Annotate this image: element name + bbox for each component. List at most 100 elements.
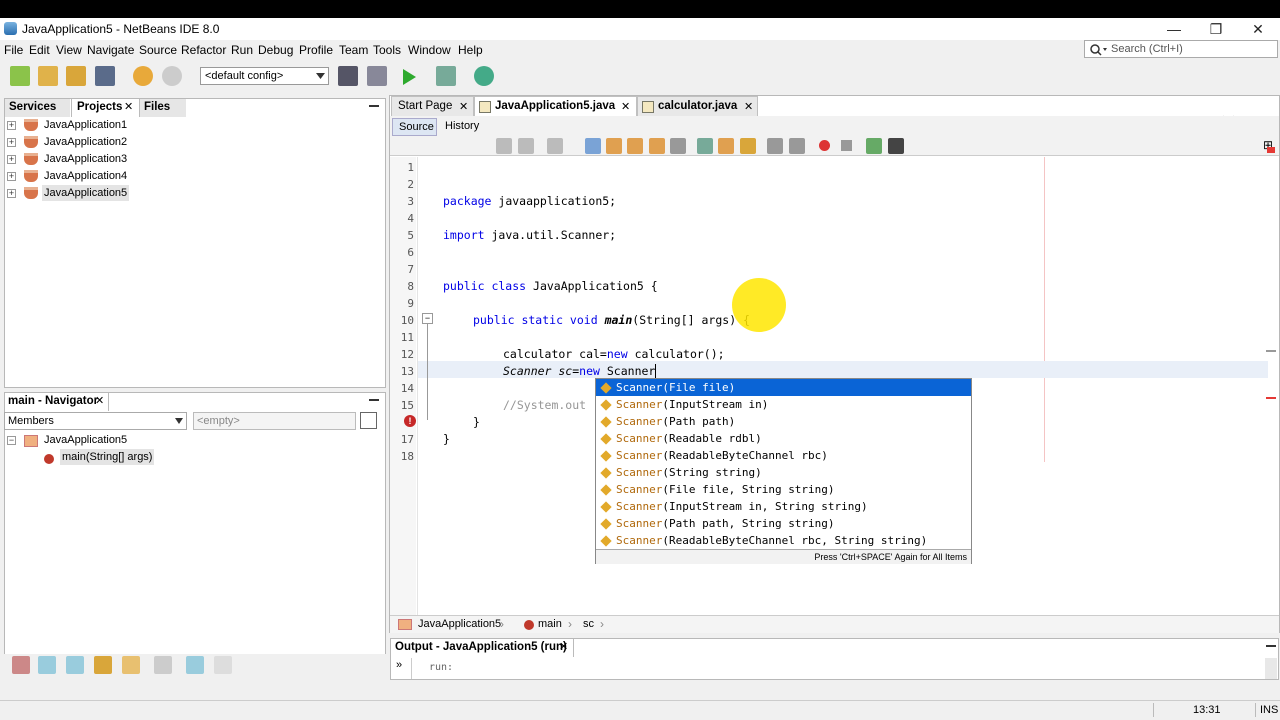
uncomment-icon[interactable] [888,138,904,154]
last-edit-icon[interactable] [496,138,512,154]
close-tab-icon[interactable]: ✕ [95,394,104,407]
completion-item[interactable]: Scanner(Path path, String string) [596,515,971,532]
completion-item[interactable]: Scanner(InputStream in, String string) [596,498,971,515]
menu-run[interactable]: Run [231,43,253,57]
minimize-panel-icon[interactable] [1266,645,1276,647]
project-item-selected[interactable]: + JavaApplication5 [0,185,386,202]
menu-edit[interactable]: Edit [29,43,50,57]
project-item[interactable]: + JavaApplication2 [0,134,386,151]
tab-javaapplication5[interactable]: JavaApplication5.java ✕ [474,96,637,116]
close-tab-icon[interactable]: ✕ [124,100,133,113]
clean-build-icon[interactable] [367,66,387,86]
menu-window[interactable]: Window [408,43,451,57]
redo-icon[interactable] [162,66,182,86]
close-tab-icon[interactable]: ✕ [559,640,568,653]
navigator-method[interactable]: main(String[] args) [0,449,386,466]
find-icon[interactable] [585,138,601,154]
previous-bookmark-icon[interactable] [697,138,713,154]
close-tab-icon[interactable]: ✕ [459,100,468,113]
search-box[interactable]: Search (Ctrl+I) [1084,40,1278,58]
completion-item[interactable]: Scanner(ReadableByteChannel rbc) [596,447,971,464]
error-stripe-marker[interactable] [1267,147,1275,153]
debug-icon[interactable] [436,66,456,86]
menu-view[interactable]: View [56,43,82,57]
breadcrumb-variable[interactable]: sc [583,618,594,630]
undo-icon[interactable] [133,66,153,86]
output-expand-icon[interactable]: » [396,659,402,671]
comment-icon[interactable] [866,138,882,154]
tab-services[interactable]: Services [5,99,70,117]
fold-icon[interactable]: − [422,313,433,324]
sort-icon[interactable] [154,656,172,674]
sort-alpha-icon[interactable] [186,656,204,674]
completion-item[interactable]: Scanner(File file) [596,379,971,396]
menu-help[interactable]: Help [458,43,483,57]
empty-select[interactable]: <empty> [193,412,356,430]
completion-item[interactable]: Scanner(InputStream in) [596,396,971,413]
stop-macro-icon[interactable] [841,140,852,151]
run-icon[interactable] [400,68,420,86]
menu-refactor[interactable]: Refactor [181,43,226,57]
fields-filter-icon[interactable] [12,656,30,674]
new-project-icon[interactable] [38,66,58,86]
private-filter-icon[interactable] [94,656,112,674]
tab-files[interactable]: Files [140,99,186,117]
tab-start-page[interactable]: Start Page ✕ [391,96,474,116]
minimize-button[interactable]: — [1152,18,1196,40]
config-select[interactable]: <default config> [200,67,329,85]
close-tab-icon[interactable]: ✕ [744,100,753,113]
minimize-panel-icon[interactable] [369,399,379,401]
close-window-button[interactable]: ✕ [1236,18,1280,40]
expand-icon[interactable]: + [7,121,16,130]
find-next-icon[interactable] [627,138,643,154]
sort-source-icon[interactable] [214,656,232,674]
profile-icon[interactable] [474,66,494,86]
menu-tools[interactable]: Tools [373,43,401,57]
next-bookmark-icon[interactable] [718,138,734,154]
forward-icon[interactable] [547,138,563,154]
source-button[interactable]: Source [392,118,437,136]
breadcrumb-class[interactable]: JavaApplication5 [418,618,501,630]
filter-settings-icon[interactable] [360,412,377,429]
expand-icon[interactable]: + [7,172,16,181]
completion-item[interactable]: Scanner(ReadableByteChannel rbc, String … [596,532,971,549]
menu-debug[interactable]: Debug [258,43,293,57]
menu-profile[interactable]: Profile [299,43,333,57]
nonpublic-filter-icon[interactable] [122,656,140,674]
completion-item[interactable]: Scanner(String string) [596,464,971,481]
build-icon[interactable] [338,66,358,86]
expand-icon[interactable]: + [7,155,16,164]
shift-left-icon[interactable] [767,138,783,154]
shift-right-icon[interactable] [789,138,805,154]
menu-source[interactable]: Source [139,43,177,57]
error-stripe-marker[interactable] [1266,397,1276,399]
error-icon[interactable]: ! [404,415,416,427]
project-item[interactable]: + JavaApplication4 [0,168,386,185]
collapse-icon[interactable]: − [7,436,16,445]
minimize-panel-icon[interactable] [369,105,379,107]
save-all-icon[interactable] [95,66,115,86]
static-filter-icon[interactable] [38,656,56,674]
completion-item[interactable]: Scanner(Path path) [596,413,971,430]
menu-navigate[interactable]: Navigate [87,43,134,57]
completion-item[interactable]: Scanner(Readable rdbl) [596,430,971,447]
menu-file[interactable]: File [4,43,23,57]
expand-icon[interactable]: + [7,138,16,147]
find-previous-icon[interactable] [606,138,622,154]
members-select[interactable]: Members [4,412,187,430]
navigator-title[interactable]: main - Navigator [5,393,109,411]
new-file-icon[interactable] [10,66,30,86]
toggle-bookmark-icon[interactable] [740,138,756,154]
output-scrollbar[interactable] [1265,658,1277,679]
toggle-rectangular-icon[interactable] [670,138,686,154]
inherited-filter-icon[interactable] [66,656,84,674]
navigator-root[interactable]: − JavaApplication5 [0,432,386,449]
expand-icon[interactable]: + [7,189,16,198]
completion-item[interactable]: Scanner(File file, String string) [596,481,971,498]
tab-calculator[interactable]: calculator.java ✕ [637,96,758,116]
back-icon[interactable] [518,138,534,154]
start-macro-icon[interactable] [819,140,830,151]
history-button[interactable]: History [440,118,484,136]
open-project-icon[interactable] [66,66,86,86]
project-item[interactable]: + JavaApplication3 [0,151,386,168]
